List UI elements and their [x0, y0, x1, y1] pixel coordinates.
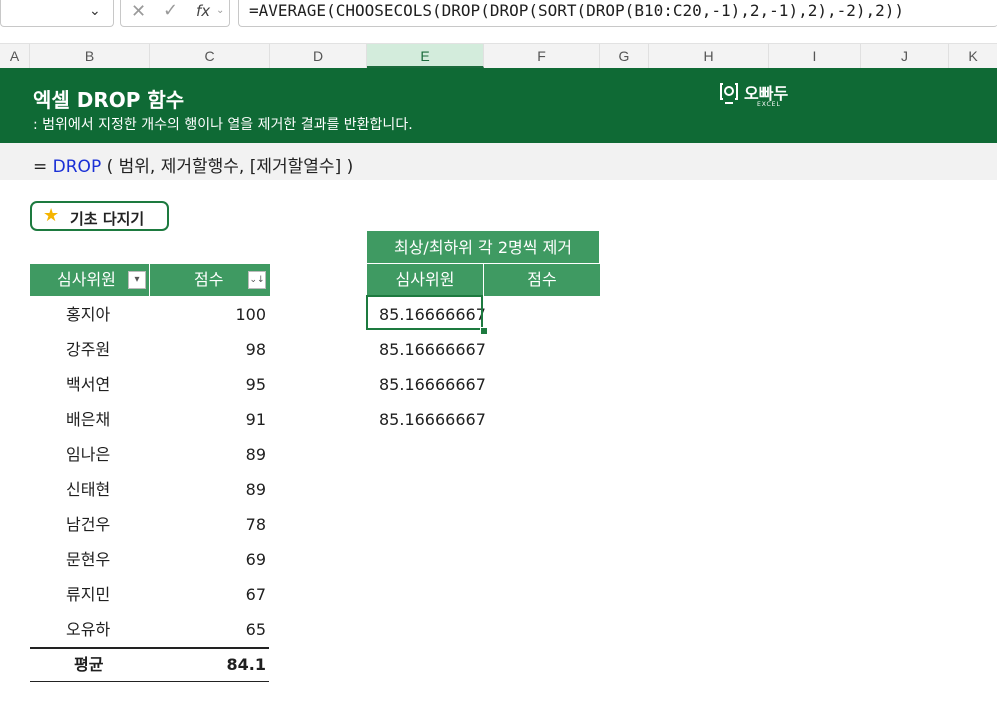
table-header-score-label: 점수: [194, 270, 224, 289]
score-cell[interactable]: 67: [150, 577, 266, 612]
column-header-h[interactable]: H: [649, 44, 769, 68]
syntax-text: = DROP ( 범위, 제거할행수, [제거할열수] ): [33, 152, 353, 177]
formula-input[interactable]: =AVERAGE(CHOOSECOLS(DROP(DROP(SORT(DROP(…: [238, 0, 997, 27]
judge-name-cell[interactable]: 강주원: [66, 332, 110, 367]
chevron-down-icon[interactable]: ⌄: [216, 5, 224, 16]
judge-name-cell[interactable]: 오유하: [66, 612, 110, 647]
result-value-cell[interactable]: 85.16666667: [379, 367, 486, 402]
logo-subtext: EXCEL: [757, 101, 781, 108]
syntax-function-name: DROP: [52, 157, 102, 177]
syntax-arguments: ( 범위, 제거할행수, [제거할열수] ): [106, 157, 354, 177]
chevron-down-icon[interactable]: ⌄: [89, 3, 101, 19]
score-cell[interactable]: 95: [150, 367, 266, 402]
formula-bar: ⌄ ✕ ✓ fx ⌄ =AVERAGE(CHOOSECOLS(DROP(DROP…: [0, 0, 997, 43]
confirm-icon[interactable]: ✓: [163, 0, 178, 21]
cancel-icon[interactable]: ✕: [131, 1, 146, 22]
judge-name-cell[interactable]: 배은채: [66, 402, 110, 437]
title-banner: 엑셀 DROP 함수 : 범위에서 지정한 개수의 행이나 열을 제거한 결과를…: [0, 68, 997, 143]
judge-name-cell[interactable]: 백서연: [66, 367, 110, 402]
fill-handle[interactable]: [480, 327, 488, 335]
column-header-g[interactable]: G: [600, 44, 649, 68]
logo: 오빠두 EXCEL: [718, 79, 798, 111]
score-cell[interactable]: 89: [150, 472, 266, 507]
score-cell[interactable]: 78: [150, 507, 266, 542]
score-cell[interactable]: 91: [150, 402, 266, 437]
judge-name-cell[interactable]: 류지민: [66, 577, 110, 612]
result-value-cell[interactable]: 85.16666667: [379, 332, 486, 367]
average-label[interactable]: 평균: [74, 647, 103, 682]
table-header-judge[interactable]: 심사위원 ▾: [30, 264, 150, 296]
result-header-judge[interactable]: 심사위원: [367, 264, 484, 296]
judge-name-cell[interactable]: 문현우: [66, 542, 110, 577]
score-cell[interactable]: 98: [150, 332, 266, 367]
syntax-row: = DROP ( 범위, 제거할행수, [제거할열수] ): [0, 143, 997, 180]
column-header-k[interactable]: K: [949, 44, 997, 68]
table-header-judge-label: 심사위원: [57, 270, 116, 289]
banner-subtitle: : 범위에서 지정한 개수의 행이나 열을 제거한 결과를 반환합니다.: [33, 117, 413, 133]
judge-name-cell[interactable]: 신태현: [66, 472, 110, 507]
column-header-j[interactable]: J: [861, 44, 949, 68]
star-icon: ★: [43, 205, 60, 226]
average-row-bottom-border: [30, 681, 269, 682]
score-cell[interactable]: 100: [150, 297, 266, 332]
judge-name-cell[interactable]: 임나은: [66, 437, 110, 472]
result-value-cell[interactable]: 85.16666667: [379, 402, 486, 437]
sort-descending-icon[interactable]: ⌄↓: [248, 271, 266, 289]
column-header-i[interactable]: I: [769, 44, 861, 68]
filter-dropdown-icon[interactable]: ▾: [128, 271, 146, 289]
result-table-title[interactable]: 최상/최하위 각 2명씩 제거: [367, 231, 599, 264]
column-header-f[interactable]: F: [484, 44, 600, 68]
basic-practice-label: 기초 다지기: [70, 210, 145, 228]
table-header-score[interactable]: 점수 ⌄↓: [150, 264, 270, 296]
score-cell[interactable]: 89: [150, 437, 266, 472]
average-value[interactable]: 84.1: [150, 647, 266, 682]
score-cell[interactable]: 65: [150, 612, 266, 647]
column-header-a[interactable]: A: [0, 44, 30, 68]
formula-buttons: ✕ ✓ fx ⌄: [120, 0, 230, 27]
column-header-d[interactable]: D: [270, 44, 367, 68]
column-header-row: A B C D E F G H I J K: [0, 43, 997, 69]
logo-icon: [720, 83, 738, 104]
column-header-b[interactable]: B: [30, 44, 150, 68]
judge-name-cell[interactable]: 남건우: [66, 507, 110, 542]
insert-function-icon[interactable]: fx: [196, 2, 210, 20]
basic-practice-button[interactable]: ★ 기초 다지기: [30, 201, 169, 231]
banner-title: 엑셀 DROP 함수: [33, 88, 185, 112]
syntax-equals: =: [33, 157, 48, 177]
column-header-e[interactable]: E: [367, 44, 484, 68]
formula-text: =AVERAGE(CHOOSECOLS(DROP(DROP(SORT(DROP(…: [249, 1, 905, 20]
name-box[interactable]: ⌄: [0, 0, 114, 27]
score-cell[interactable]: 69: [150, 542, 266, 577]
active-cell-border: [366, 295, 483, 330]
result-header-score[interactable]: 점수: [484, 264, 600, 296]
judge-name-cell[interactable]: 홍지아: [66, 297, 110, 332]
column-header-c[interactable]: C: [150, 44, 270, 68]
